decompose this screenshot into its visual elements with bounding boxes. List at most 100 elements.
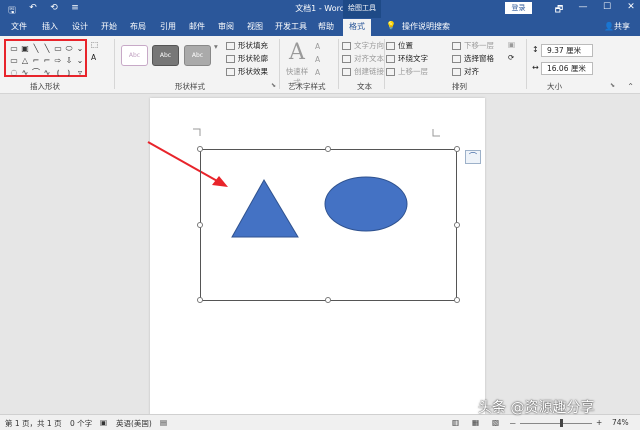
- shape-width-field[interactable]: 16.06 厘米: [541, 62, 593, 75]
- zoom-in-button[interactable]: +: [596, 418, 602, 427]
- page-count[interactable]: 第 1 页，共 1 页: [5, 418, 62, 429]
- zoom-level[interactable]: 74%: [612, 418, 629, 427]
- shape-option-icon[interactable]: ∿: [42, 67, 52, 78]
- shape-option-icon[interactable]: △: [20, 55, 30, 66]
- style-gallery-more-icon[interactable]: ▾: [214, 42, 218, 51]
- watermark: 头条 @资源趣分享: [478, 400, 595, 416]
- zoom-slider-thumb[interactable]: [560, 419, 563, 427]
- tab-review[interactable]: 审阅: [218, 21, 234, 32]
- shape-height-field[interactable]: 9.37 厘米: [541, 44, 593, 57]
- text-box-icon[interactable]: A: [91, 53, 96, 62]
- rotate-icon[interactable]: ⟳: [508, 53, 514, 62]
- style-preset-1[interactable]: Abc: [121, 45, 148, 66]
- shape-option-icon[interactable]: ▭: [53, 43, 63, 54]
- proofing-icon[interactable]: ▣: [100, 418, 107, 427]
- print-layout-icon[interactable]: ▦: [472, 418, 479, 427]
- resize-handle-e[interactable]: [454, 222, 460, 228]
- tab-references[interactable]: 引用: [160, 21, 176, 32]
- tab-insert[interactable]: 插入: [42, 21, 58, 32]
- shape-option-icon[interactable]: ⇨: [53, 55, 63, 66]
- style-preset-3[interactable]: Abc: [184, 45, 211, 66]
- shape-outline-button[interactable]: 形状轮廓: [226, 53, 268, 64]
- collapse-ribbon-icon[interactable]: ⌃: [627, 82, 634, 91]
- shape-styles-dialog-launcher-icon[interactable]: ⬊: [271, 82, 276, 89]
- tab-format[interactable]: 格式: [343, 19, 371, 36]
- wordart-text-outline-icon[interactable]: A: [315, 55, 320, 64]
- shape-option-icon[interactable]: ⌄: [75, 43, 85, 54]
- tab-mailings[interactable]: 邮件: [189, 21, 205, 32]
- shape-option-icon[interactable]: ∿: [20, 67, 30, 78]
- wrap-text-button[interactable]: 环绕文字: [386, 53, 428, 64]
- shape-option-icon[interactable]: ▭: [9, 55, 19, 66]
- position-icon: [386, 41, 395, 50]
- shape-option-icon[interactable]: ⌐: [42, 55, 52, 66]
- shape-option-icon[interactable]: ⦆: [64, 67, 74, 78]
- minimize-icon[interactable]: —: [578, 2, 588, 18]
- shape-outline-label: 形状轮廓: [238, 54, 268, 63]
- edit-shape-icon[interactable]: ⬚: [91, 40, 98, 49]
- resize-handle-se[interactable]: [454, 297, 460, 303]
- layout-options-icon[interactable]: ⌒: [465, 150, 481, 164]
- paint-bucket-icon: [226, 41, 235, 50]
- align-text-button[interactable]: 对齐文本: [342, 53, 384, 64]
- shape-option-icon[interactable]: ▣: [20, 43, 30, 54]
- shape-option-icon[interactable]: ◌: [9, 67, 19, 78]
- shape-effects-button[interactable]: 形状效果: [226, 66, 268, 77]
- size-dialog-launcher-icon[interactable]: ⬊: [610, 82, 615, 89]
- tab-help[interactable]: 帮助: [318, 21, 334, 32]
- group-objects-icon[interactable]: ▣: [508, 40, 515, 49]
- share-button[interactable]: 👤共享: [604, 21, 630, 32]
- group-divider: [279, 39, 280, 89]
- shape-option-icon[interactable]: ╲: [31, 43, 41, 54]
- zoom-slider[interactable]: [520, 423, 592, 424]
- selection-pane-button[interactable]: 选择窗格: [452, 53, 494, 64]
- share-label: 共享: [614, 22, 630, 31]
- wordart-text-effects-icon[interactable]: A: [315, 68, 320, 77]
- shape-option-icon[interactable]: ⌒: [31, 67, 41, 78]
- language-indicator[interactable]: 英语(美国): [116, 418, 152, 429]
- maximize-icon[interactable]: ☐: [602, 2, 612, 18]
- read-mode-icon[interactable]: ▥: [452, 418, 459, 427]
- word-count[interactable]: 0 个字: [70, 418, 92, 429]
- align-button[interactable]: 对齐: [452, 66, 479, 77]
- web-layout-icon[interactable]: ▧: [492, 418, 499, 427]
- text-direction-button[interactable]: 文字方向: [342, 40, 384, 51]
- zoom-out-button[interactable]: －: [509, 418, 517, 429]
- tab-developer[interactable]: 开发工具: [275, 21, 307, 32]
- resize-handle-s[interactable]: [325, 297, 331, 303]
- shape-option-icon[interactable]: ⌄: [75, 55, 85, 66]
- tab-view[interactable]: 视图: [247, 21, 263, 32]
- shape-option-icon[interactable]: ▿: [75, 67, 85, 78]
- tab-file[interactable]: 文件: [11, 21, 27, 32]
- shape-fill-button[interactable]: 形状填充: [226, 40, 268, 51]
- tell-me-search[interactable]: 💡 操作说明搜索: [386, 21, 450, 32]
- insert-shapes-gallery[interactable]: ▭ ▣ ╲ ╲ ▭ ⬭ ⌄ ▭ △ ⌐ ⌐ ⇨ ⇩ ⌄ ◌ ∿ ⌒ ∿ ⦅ ⦆ ▿: [4, 39, 87, 77]
- resize-handle-n[interactable]: [325, 146, 331, 152]
- arrange-group-label: 排列: [452, 82, 467, 91]
- resize-handle-nw[interactable]: [197, 146, 203, 152]
- shape-option-icon[interactable]: ⇩: [64, 55, 74, 66]
- shape-option-icon[interactable]: ⦅: [53, 67, 63, 78]
- position-button[interactable]: 位置: [386, 40, 413, 51]
- send-backward-button[interactable]: 下移一层: [452, 40, 494, 51]
- create-link-button[interactable]: 创建链接: [342, 66, 384, 77]
- drawing-canvas-selection[interactable]: [200, 149, 457, 301]
- style-preset-2[interactable]: Abc: [152, 45, 179, 66]
- ribbon-display-icon[interactable]: 🗗: [554, 2, 564, 18]
- close-icon[interactable]: ✕: [626, 2, 636, 18]
- macro-icon[interactable]: ▤: [160, 418, 167, 427]
- shape-option-icon[interactable]: ⌐: [31, 55, 41, 66]
- shape-option-icon[interactable]: ⬭: [64, 43, 74, 54]
- shape-option-icon[interactable]: ▭: [9, 43, 19, 54]
- tab-layout[interactable]: 布局: [130, 21, 146, 32]
- bring-forward-button[interactable]: 上移一层: [386, 66, 428, 77]
- tab-home[interactable]: 开始: [101, 21, 117, 32]
- login-button[interactable]: 登录: [505, 2, 532, 14]
- resize-handle-ne[interactable]: [454, 146, 460, 152]
- shape-option-icon[interactable]: ╲: [42, 43, 52, 54]
- resize-handle-sw[interactable]: [197, 297, 203, 303]
- resize-handle-w[interactable]: [197, 222, 203, 228]
- wordart-text-fill-icon[interactable]: A: [315, 42, 320, 51]
- wrap-text-label: 环绕文字: [398, 54, 428, 63]
- tab-design[interactable]: 设计: [72, 21, 88, 32]
